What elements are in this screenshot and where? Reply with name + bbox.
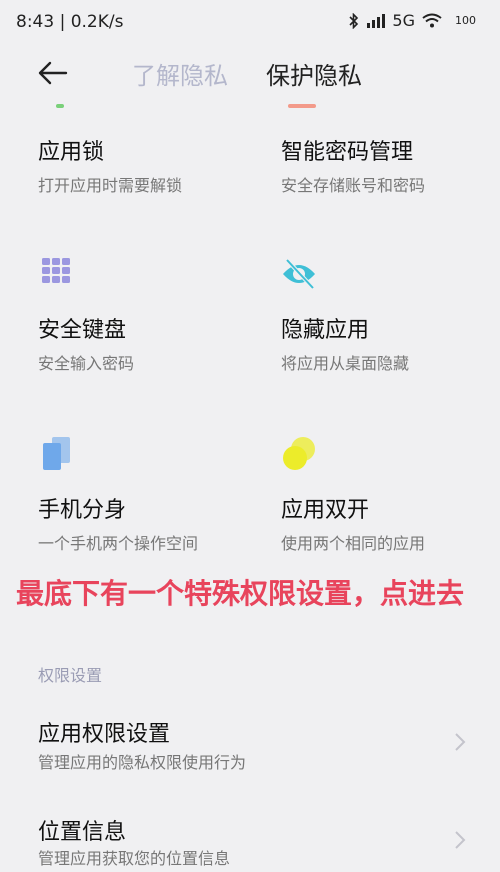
network-type: 5G: [392, 11, 415, 30]
keypad-icon: [42, 258, 70, 283]
feature-title: 安全键盘: [38, 318, 127, 343]
feature-title: 手机分身: [38, 498, 127, 523]
feature-title: 隐藏应用: [281, 318, 370, 343]
feature-password-manager[interactable]: 智能密码管理 安全存储账号和密码: [281, 134, 500, 196]
chevron-right-icon: [455, 831, 466, 849]
status-bar: 8:43 | 0.2K/s 5G 100: [0, 0, 500, 44]
annotation-text: 最底下有一个特殊权限设置，点进去: [16, 577, 465, 610]
feature-secure-keyboard[interactable]: 安全键盘 安全输入密码: [38, 256, 268, 374]
feature-desc: 一个手机两个操作空间: [38, 534, 199, 553]
wifi-icon: [422, 13, 442, 28]
back-arrow-icon[interactable]: [36, 60, 68, 86]
list-item-desc: 管理应用获取您的位置信息: [38, 849, 231, 868]
feature-desc: 打开应用时需要解锁: [38, 176, 183, 195]
header: 了解隐私 保护隐私: [0, 50, 500, 96]
app-lock-icon-partial: [56, 104, 64, 108]
feature-clone-phone[interactable]: 手机分身 一个手机两个操作空间: [38, 436, 268, 554]
status-time: 8:43 | 0.2K/s: [16, 12, 124, 32]
feature-title: 应用锁: [38, 140, 105, 165]
clone-phone-icon: [43, 437, 70, 470]
section-label-permissions: 权限设置: [38, 666, 103, 685]
password-icon-partial: [288, 104, 316, 108]
list-item-app-permissions[interactable]: 应用权限设置 管理应用的隐私权限使用行为: [0, 712, 500, 782]
tab-learn-privacy[interactable]: 了解隐私: [132, 56, 228, 91]
feature-dual-app[interactable]: 应用双开 使用两个相同的应用: [281, 436, 500, 554]
chevron-right-icon: [455, 733, 466, 751]
tab-protect-privacy[interactable]: 保护隐私: [266, 56, 362, 91]
feature-desc: 使用两个相同的应用: [281, 534, 426, 553]
feature-desc: 安全输入密码: [38, 354, 135, 373]
feature-hide-apps[interactable]: 隐藏应用 将应用从桌面隐藏: [281, 256, 500, 374]
feature-desc: 安全存储账号和密码: [281, 176, 426, 195]
dual-app-icon: [283, 437, 315, 470]
signal-icon: [367, 13, 386, 28]
feature-app-lock[interactable]: 应用锁 打开应用时需要解锁: [38, 134, 268, 196]
feature-title: 智能密码管理: [281, 140, 414, 165]
bluetooth-icon: [349, 12, 359, 29]
list-item-location[interactable]: 位置信息 管理应用获取您的位置信息: [0, 812, 500, 872]
list-item-title: 位置信息: [38, 820, 127, 845]
list-item-desc: 管理应用的隐私权限使用行为: [38, 753, 247, 772]
status-icons: 5G 100: [348, 11, 476, 30]
eye-hidden-icon: [283, 258, 315, 290]
feature-desc: 将应用从桌面隐藏: [281, 354, 410, 373]
battery-level: 100: [455, 14, 476, 27]
feature-title: 应用双开: [281, 498, 370, 523]
list-item-title: 应用权限设置: [38, 722, 171, 747]
